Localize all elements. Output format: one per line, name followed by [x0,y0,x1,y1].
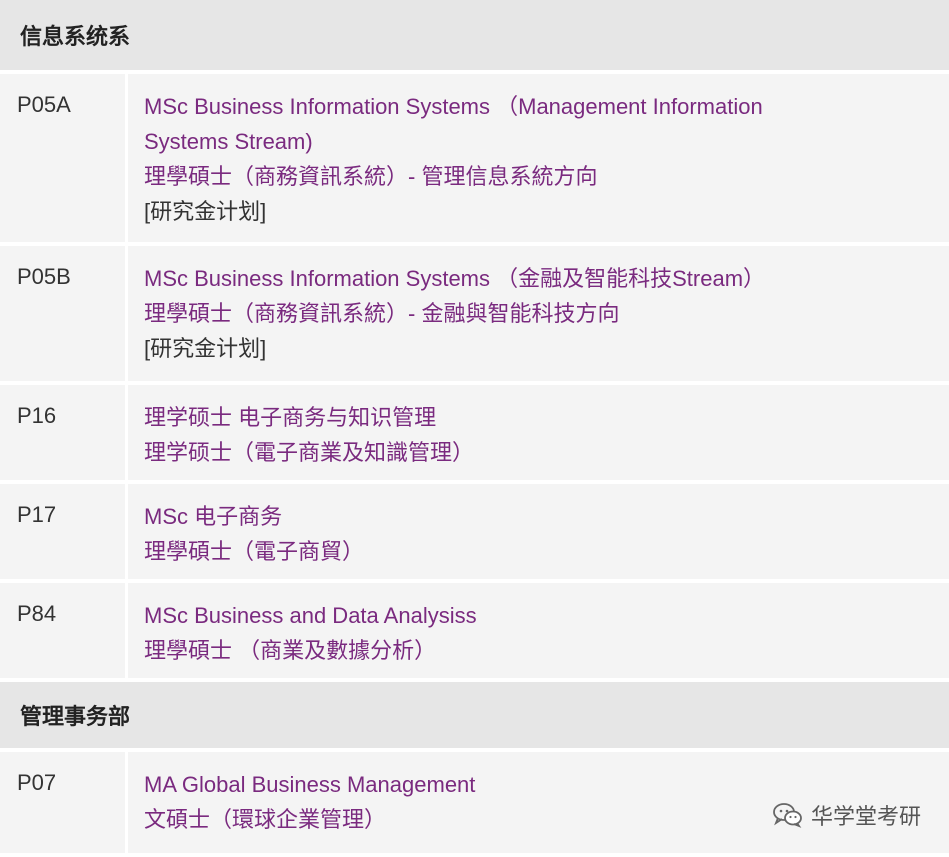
program-link[interactable]: 理學碩士 （商業及數據分析） [144,633,929,668]
program-code: P07 [0,752,128,853]
program-link[interactable]: MSc Business Information Systems （金融及智能科… [144,261,929,296]
program-code: P05A [0,74,128,242]
program-link[interactable]: MSc Business Information Systems （Manage… [144,89,929,124]
program-code: P17 [0,484,128,579]
program-link[interactable]: Systems Stream) [144,124,929,159]
watermark: 华学堂考研 [773,799,921,831]
program-link[interactable]: MSc Business and Data Analysiss [144,598,929,633]
program-description: MSc Business Information Systems （金融及智能科… [128,246,949,381]
program-description: MSc 电子商务 理學碩士（電子商貿） [128,484,949,579]
program-note: [研究金计划] [144,199,267,224]
section-title: 管理事务部 [20,704,131,729]
program-note: [研究金计划] [144,336,267,361]
table-row: P17 MSc 电子商务 理學碩士（電子商貿） [0,484,949,583]
table-row: P05A MSc Business Information Systems （M… [0,74,949,246]
program-link[interactable]: 理學碩士（電子商貿） [144,534,929,569]
program-description: MSc Business Information Systems （Manage… [128,74,949,242]
program-code: P05B [0,246,128,381]
table-row: P16 理学硕士 电子商务与知识管理 理学硕士（電子商業及知識管理） [0,385,949,484]
table-row: P05B MSc Business Information Systems （金… [0,246,949,385]
wechat-icon [773,802,803,828]
program-link[interactable]: 理学硕士 电子商务与知识管理 [144,400,929,435]
program-description: 理学硕士 电子商务与知识管理 理学硕士（電子商業及知識管理） [128,385,949,480]
section-title: 信息系统系 [20,24,131,49]
program-link[interactable]: MA Global Business Management [144,767,929,802]
section-header: 信息系统系 [0,0,949,74]
program-link[interactable]: MSc 电子商务 [144,499,929,534]
program-link[interactable]: 理學碩士（商務資訊系統）- 管理信息系統方向 [144,159,929,194]
program-description: MSc Business and Data Analysiss 理學碩士 （商業… [128,583,949,678]
program-table: 信息系统系 P05A MSc Business Information Syst… [0,0,949,857]
table-row: P84 MSc Business and Data Analysiss 理學碩士… [0,583,949,682]
section-header: 管理事务部 [0,682,949,752]
program-link[interactable]: 理学硕士（電子商業及知識管理） [144,435,929,470]
program-code: P84 [0,583,128,678]
watermark-text: 华学堂考研 [810,804,921,829]
program-code: P16 [0,385,128,480]
program-link[interactable]: 理學碩士（商務資訊系統）- 金融與智能科技方向 [144,296,929,331]
